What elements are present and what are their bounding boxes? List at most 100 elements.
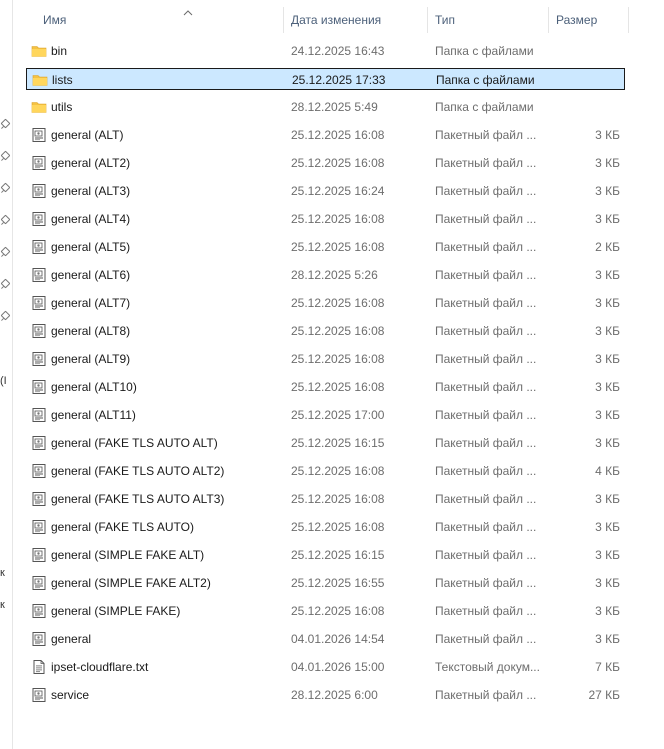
file-row[interactable]: general (ALT3) 25.12.2025 16:24 Пакетный ф… <box>26 180 625 202</box>
batch-file-icon <box>31 631 47 647</box>
file-size: 3 КБ <box>595 184 620 198</box>
batch-file-icon <box>31 491 47 507</box>
file-row[interactable]: general (FAKE TLS AUTO ALT3) 25.12.2025 1… <box>26 488 625 510</box>
column-divider[interactable] <box>548 7 549 33</box>
column-header-size[interactable]: Размер <box>556 13 597 27</box>
file-size: 27 КБ <box>588 688 620 702</box>
file-type: Пакетный файл ... <box>435 604 537 618</box>
file-date-modified: 25.12.2025 16:55 <box>291 576 385 590</box>
pin-icon[interactable] <box>1 216 9 224</box>
file-date-modified: 25.12.2025 16:08 <box>291 604 385 618</box>
file-type: Пакетный файл ... <box>435 380 537 394</box>
file-row[interactable]: ipset-cloudflare.txt 04.01.2026 15:00 Текс… <box>26 656 625 678</box>
nav-item-fragment[interactable]: к <box>0 599 5 611</box>
file-size: 3 КБ <box>595 268 620 282</box>
folder-icon <box>32 72 48 88</box>
file-type: Пакетный файл ... <box>435 688 537 702</box>
column-header-date[interactable]: Дата изменения <box>291 13 381 27</box>
file-row[interactable]: general (ALT10) 25.12.2025 16:08 Пакетный … <box>26 376 625 398</box>
file-type: Папка с файлами <box>435 100 534 114</box>
pin-icon[interactable] <box>1 184 9 192</box>
file-row[interactable]: general (ALT8) 25.12.2025 16:08 Пакетный ф… <box>26 320 625 342</box>
file-row[interactable]: general (SIMPLE FAKE ALT) 25.12.2025 16:1… <box>26 544 625 566</box>
file-row[interactable]: general (ALT9) 25.12.2025 16:08 Пакетный ф… <box>26 348 625 370</box>
file-name: bin <box>51 44 68 58</box>
file-type: Пакетный файл ... <box>435 156 537 170</box>
pin-icon[interactable] <box>1 248 9 256</box>
file-date-modified: 28.12.2025 6:00 <box>291 688 378 702</box>
file-row[interactable]: general (FAKE TLS AUTO ALT2) 25.12.2025 1… <box>26 460 625 482</box>
batch-file-icon <box>31 547 47 563</box>
file-name: general (ALT10) <box>51 380 137 394</box>
batch-file-icon <box>31 407 47 423</box>
file-row[interactable]: bin 24.12.2025 16:43 Папка с файлами <box>26 40 625 62</box>
folder-icon <box>31 43 47 59</box>
batch-file-icon <box>31 183 47 199</box>
file-name: general (FAKE TLS AUTO ALT3) <box>51 492 225 506</box>
file-type: Пакетный файл ... <box>435 436 537 450</box>
file-date-modified: 25.12.2025 16:15 <box>291 436 385 450</box>
file-name: general (ALT2) <box>51 156 131 170</box>
file-name: general (FAKE TLS AUTO) <box>51 520 194 534</box>
file-size: 3 КБ <box>595 548 620 562</box>
batch-file-icon <box>31 127 47 143</box>
file-type: Пакетный файл ... <box>435 240 537 254</box>
file-name: general (ALT5) <box>51 240 131 254</box>
nav-item-fragment[interactable]: (I <box>0 375 7 387</box>
column-divider[interactable] <box>628 7 629 33</box>
column-divider[interactable] <box>283 7 284 33</box>
file-row[interactable]: general 04.01.2026 14:54 Пакетный файл ...… <box>26 628 625 650</box>
file-name: general (ALT4) <box>51 212 131 226</box>
folder-icon <box>31 99 47 115</box>
pin-icon[interactable] <box>1 312 9 320</box>
pin-icon[interactable] <box>1 152 9 160</box>
column-header-type[interactable]: Тип <box>435 13 455 27</box>
file-row[interactable]: utils 28.12.2025 5:49 Папка с файлами <box>26 96 625 118</box>
file-size: 3 КБ <box>595 296 620 310</box>
file-date-modified: 04.01.2026 15:00 <box>291 660 385 674</box>
file-name: general (SIMPLE FAKE ALT2) <box>51 576 211 590</box>
file-name: general (ALT) <box>51 128 124 142</box>
file-date-modified: 25.12.2025 16:08 <box>291 324 385 338</box>
file-type: Пакетный файл ... <box>435 632 537 646</box>
nav-item-fragment[interactable]: к <box>0 567 5 579</box>
file-size: 3 КБ <box>595 604 620 618</box>
file-row[interactable]: general (ALT) 25.12.2025 16:08 Пакетный фа… <box>26 124 625 146</box>
file-name: general (SIMPLE FAKE ALT) <box>51 548 205 562</box>
file-type: Пакетный файл ... <box>435 492 537 506</box>
file-row[interactable]: general (ALT4) 25.12.2025 16:08 Пакетный ф… <box>26 208 625 230</box>
file-row[interactable]: general (ALT11) 25.12.2025 17:00 Пакетный … <box>26 404 625 426</box>
file-row[interactable]: general (SIMPLE FAKE) 25.12.2025 16:08 Пак… <box>26 600 625 622</box>
file-type: Пакетный файл ... <box>435 520 537 534</box>
file-date-modified: 25.12.2025 16:08 <box>291 240 385 254</box>
file-row[interactable]: general (SIMPLE FAKE ALT2) 25.12.2025 16:… <box>26 572 625 594</box>
file-date-modified: 25.12.2025 16:15 <box>291 548 385 562</box>
file-type: Пакетный файл ... <box>435 268 537 282</box>
column-header-name[interactable]: Имя <box>43 13 66 27</box>
batch-file-icon <box>31 295 47 311</box>
file-size: 3 КБ <box>595 492 620 506</box>
file-row[interactable]: general (ALT5) 25.12.2025 16:08 Пакетный ф… <box>26 236 625 258</box>
file-row[interactable]: lists 25.12.2025 17:33 Папка с файлами <box>26 68 625 90</box>
file-row[interactable]: general (ALT7) 25.12.2025 16:08 Пакетный ф… <box>26 292 625 314</box>
file-size: 3 КБ <box>595 576 620 590</box>
file-type: Папка с файлами <box>436 73 535 87</box>
file-row[interactable]: general (ALT2) 25.12.2025 16:08 Пакетный ф… <box>26 152 625 174</box>
file-row[interactable]: general (ALT6) 28.12.2025 5:26 Пакетный фа… <box>26 264 625 286</box>
file-type: Папка с файлами <box>435 44 534 58</box>
file-type: Пакетный файл ... <box>435 184 537 198</box>
file-type: Пакетный файл ... <box>435 212 537 226</box>
column-divider[interactable] <box>427 7 428 33</box>
pin-icon[interactable] <box>1 280 9 288</box>
file-name: general (ALT3) <box>51 184 131 198</box>
file-row[interactable]: general (FAKE TLS AUTO ALT) 25.12.2025 16… <box>26 432 625 454</box>
file-type: Пакетный файл ... <box>435 296 537 310</box>
text-file-icon <box>31 659 47 675</box>
file-size: 4 КБ <box>595 464 620 478</box>
sort-ascending-icon <box>183 10 193 16</box>
file-row[interactable]: service 28.12.2025 6:00 Пакетный файл ... 2… <box>26 684 625 706</box>
pin-icon[interactable] <box>1 120 9 128</box>
file-row[interactable]: general (FAKE TLS AUTO) 25.12.2025 16:08 П… <box>26 516 625 538</box>
file-name: general (FAKE TLS AUTO ALT) <box>51 436 218 450</box>
file-size: 3 КБ <box>595 156 620 170</box>
